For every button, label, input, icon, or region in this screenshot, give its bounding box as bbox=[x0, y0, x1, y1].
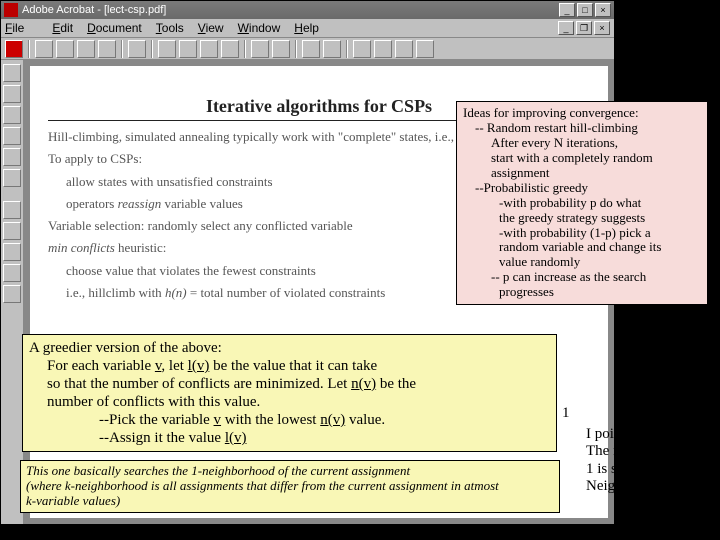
annotation-line: k-variable values) bbox=[26, 494, 554, 509]
annotation-line: The neighborhood bbox=[586, 443, 716, 460]
annotation-line: For each variable v, let l(v) be the val… bbox=[47, 357, 550, 375]
text-select-tool-icon[interactable] bbox=[3, 106, 21, 124]
tool-button-b[interactable] bbox=[395, 40, 413, 58]
annotation-ideas: Ideas for improving convergence: -- Rand… bbox=[456, 101, 708, 305]
annotation-neighborhood: This one basically searches the 1-neighb… bbox=[20, 460, 560, 513]
rotate-button[interactable] bbox=[353, 40, 371, 58]
maximize-button[interactable]: □ bbox=[577, 3, 593, 17]
menu-tools[interactable]: Tools bbox=[156, 21, 184, 35]
hand-tool-icon[interactable] bbox=[3, 64, 21, 82]
menu-help[interactable]: Help bbox=[294, 21, 319, 35]
note-tool-icon[interactable] bbox=[3, 148, 21, 166]
adobe-logo-icon bbox=[5, 40, 23, 58]
menu-view[interactable]: View bbox=[198, 21, 224, 35]
menu-document[interactable]: Document bbox=[87, 21, 142, 35]
annotation-line: -- Random restart hill-climbing bbox=[475, 121, 701, 136]
annotation-line: This one basically searches the 1-neighb… bbox=[26, 464, 554, 479]
search-button[interactable] bbox=[128, 40, 146, 58]
minimize-button[interactable]: _ bbox=[559, 3, 575, 17]
menu-file[interactable]: File bbox=[5, 21, 38, 35]
annotation-line: so that the number of conflicts are mini… bbox=[47, 375, 550, 393]
app-icon bbox=[4, 3, 18, 17]
annotation-line: number of conflicts with this value. bbox=[47, 393, 550, 411]
annotation-line: Ideas for improving convergence: bbox=[463, 106, 701, 121]
last-page-button[interactable] bbox=[221, 40, 239, 58]
annotation-line: the greedy strategy suggests bbox=[499, 211, 701, 226]
link-tool-icon[interactable] bbox=[3, 222, 21, 240]
doc-minimize-button[interactable]: _ bbox=[558, 21, 574, 35]
annotation-line: Neighborhood 2 bbox=[586, 478, 716, 495]
menu-edit[interactable]: Edit bbox=[52, 21, 73, 35]
doc-close-button[interactable]: × bbox=[594, 21, 610, 35]
menu-window[interactable]: Window bbox=[238, 21, 281, 35]
window-title: Adobe Acrobat - [lect-csp.pdf] bbox=[22, 4, 166, 16]
annotation-line: assignment bbox=[491, 166, 701, 181]
annotation-line: -with probability (1-p) pick a bbox=[499, 226, 701, 241]
zoom-in-button[interactable] bbox=[323, 40, 341, 58]
mail-button[interactable] bbox=[98, 40, 116, 58]
label-1: 1 bbox=[562, 405, 570, 422]
prev-page-button[interactable] bbox=[179, 40, 197, 58]
print-button[interactable] bbox=[77, 40, 95, 58]
sidebar bbox=[1, 60, 24, 524]
save-button[interactable] bbox=[56, 40, 74, 58]
annotation-line: I pointed out that bbox=[586, 426, 716, 443]
menubar: File Edit Document Tools View Window Hel… bbox=[1, 19, 614, 38]
tool-button-a[interactable] bbox=[374, 40, 392, 58]
doc-restore-button[interactable]: ❐ bbox=[576, 21, 592, 35]
annotation-line: -- p can increase as the search bbox=[491, 270, 701, 285]
annotation-line: start with a completely random bbox=[491, 151, 701, 166]
first-page-button[interactable] bbox=[158, 40, 176, 58]
titlebar: Adobe Acrobat - [lect-csp.pdf] _ □ × bbox=[1, 1, 614, 19]
movie-tool-icon[interactable] bbox=[3, 285, 21, 303]
article-tool-icon[interactable] bbox=[3, 243, 21, 261]
annotation-line: value randomly bbox=[499, 255, 701, 270]
annotation-line: --Probabilistic greedy bbox=[475, 181, 701, 196]
toolbar bbox=[1, 38, 614, 60]
forward-button[interactable] bbox=[272, 40, 290, 58]
annotation-line: After every N iterations, bbox=[491, 136, 701, 151]
next-page-button[interactable] bbox=[200, 40, 218, 58]
close-button[interactable]: × bbox=[595, 3, 611, 17]
annotation-line: progresses bbox=[499, 285, 701, 300]
annotation-line: random variable and change its bbox=[499, 240, 701, 255]
annotation-pointed-out: I pointed out that The neighborhood 1 is… bbox=[586, 426, 716, 495]
zoom-out-button[interactable] bbox=[302, 40, 320, 58]
annotation-greedy: A greedier version of the above: For eac… bbox=[22, 334, 557, 452]
back-button[interactable] bbox=[251, 40, 269, 58]
annotation-line: (where k-neighborhood is all assignments… bbox=[26, 479, 554, 494]
annotation-line: 1 is subsumed by bbox=[586, 461, 716, 478]
open-button[interactable] bbox=[35, 40, 53, 58]
tool-button-c[interactable] bbox=[416, 40, 434, 58]
annotation-line: --Assign it the value l(v) bbox=[99, 429, 550, 447]
annotation-line: --Pick the variable v with the lowest n(… bbox=[99, 411, 550, 429]
form-tool-icon[interactable] bbox=[3, 201, 21, 219]
touchup-tool-icon[interactable] bbox=[3, 264, 21, 282]
pencil-tool-icon[interactable] bbox=[3, 169, 21, 187]
annotation-line: A greedier version of the above: bbox=[29, 339, 550, 357]
zoom-tool-icon[interactable] bbox=[3, 85, 21, 103]
crop-tool-icon[interactable] bbox=[3, 127, 21, 145]
annotation-line: -with probability p do what bbox=[499, 196, 701, 211]
